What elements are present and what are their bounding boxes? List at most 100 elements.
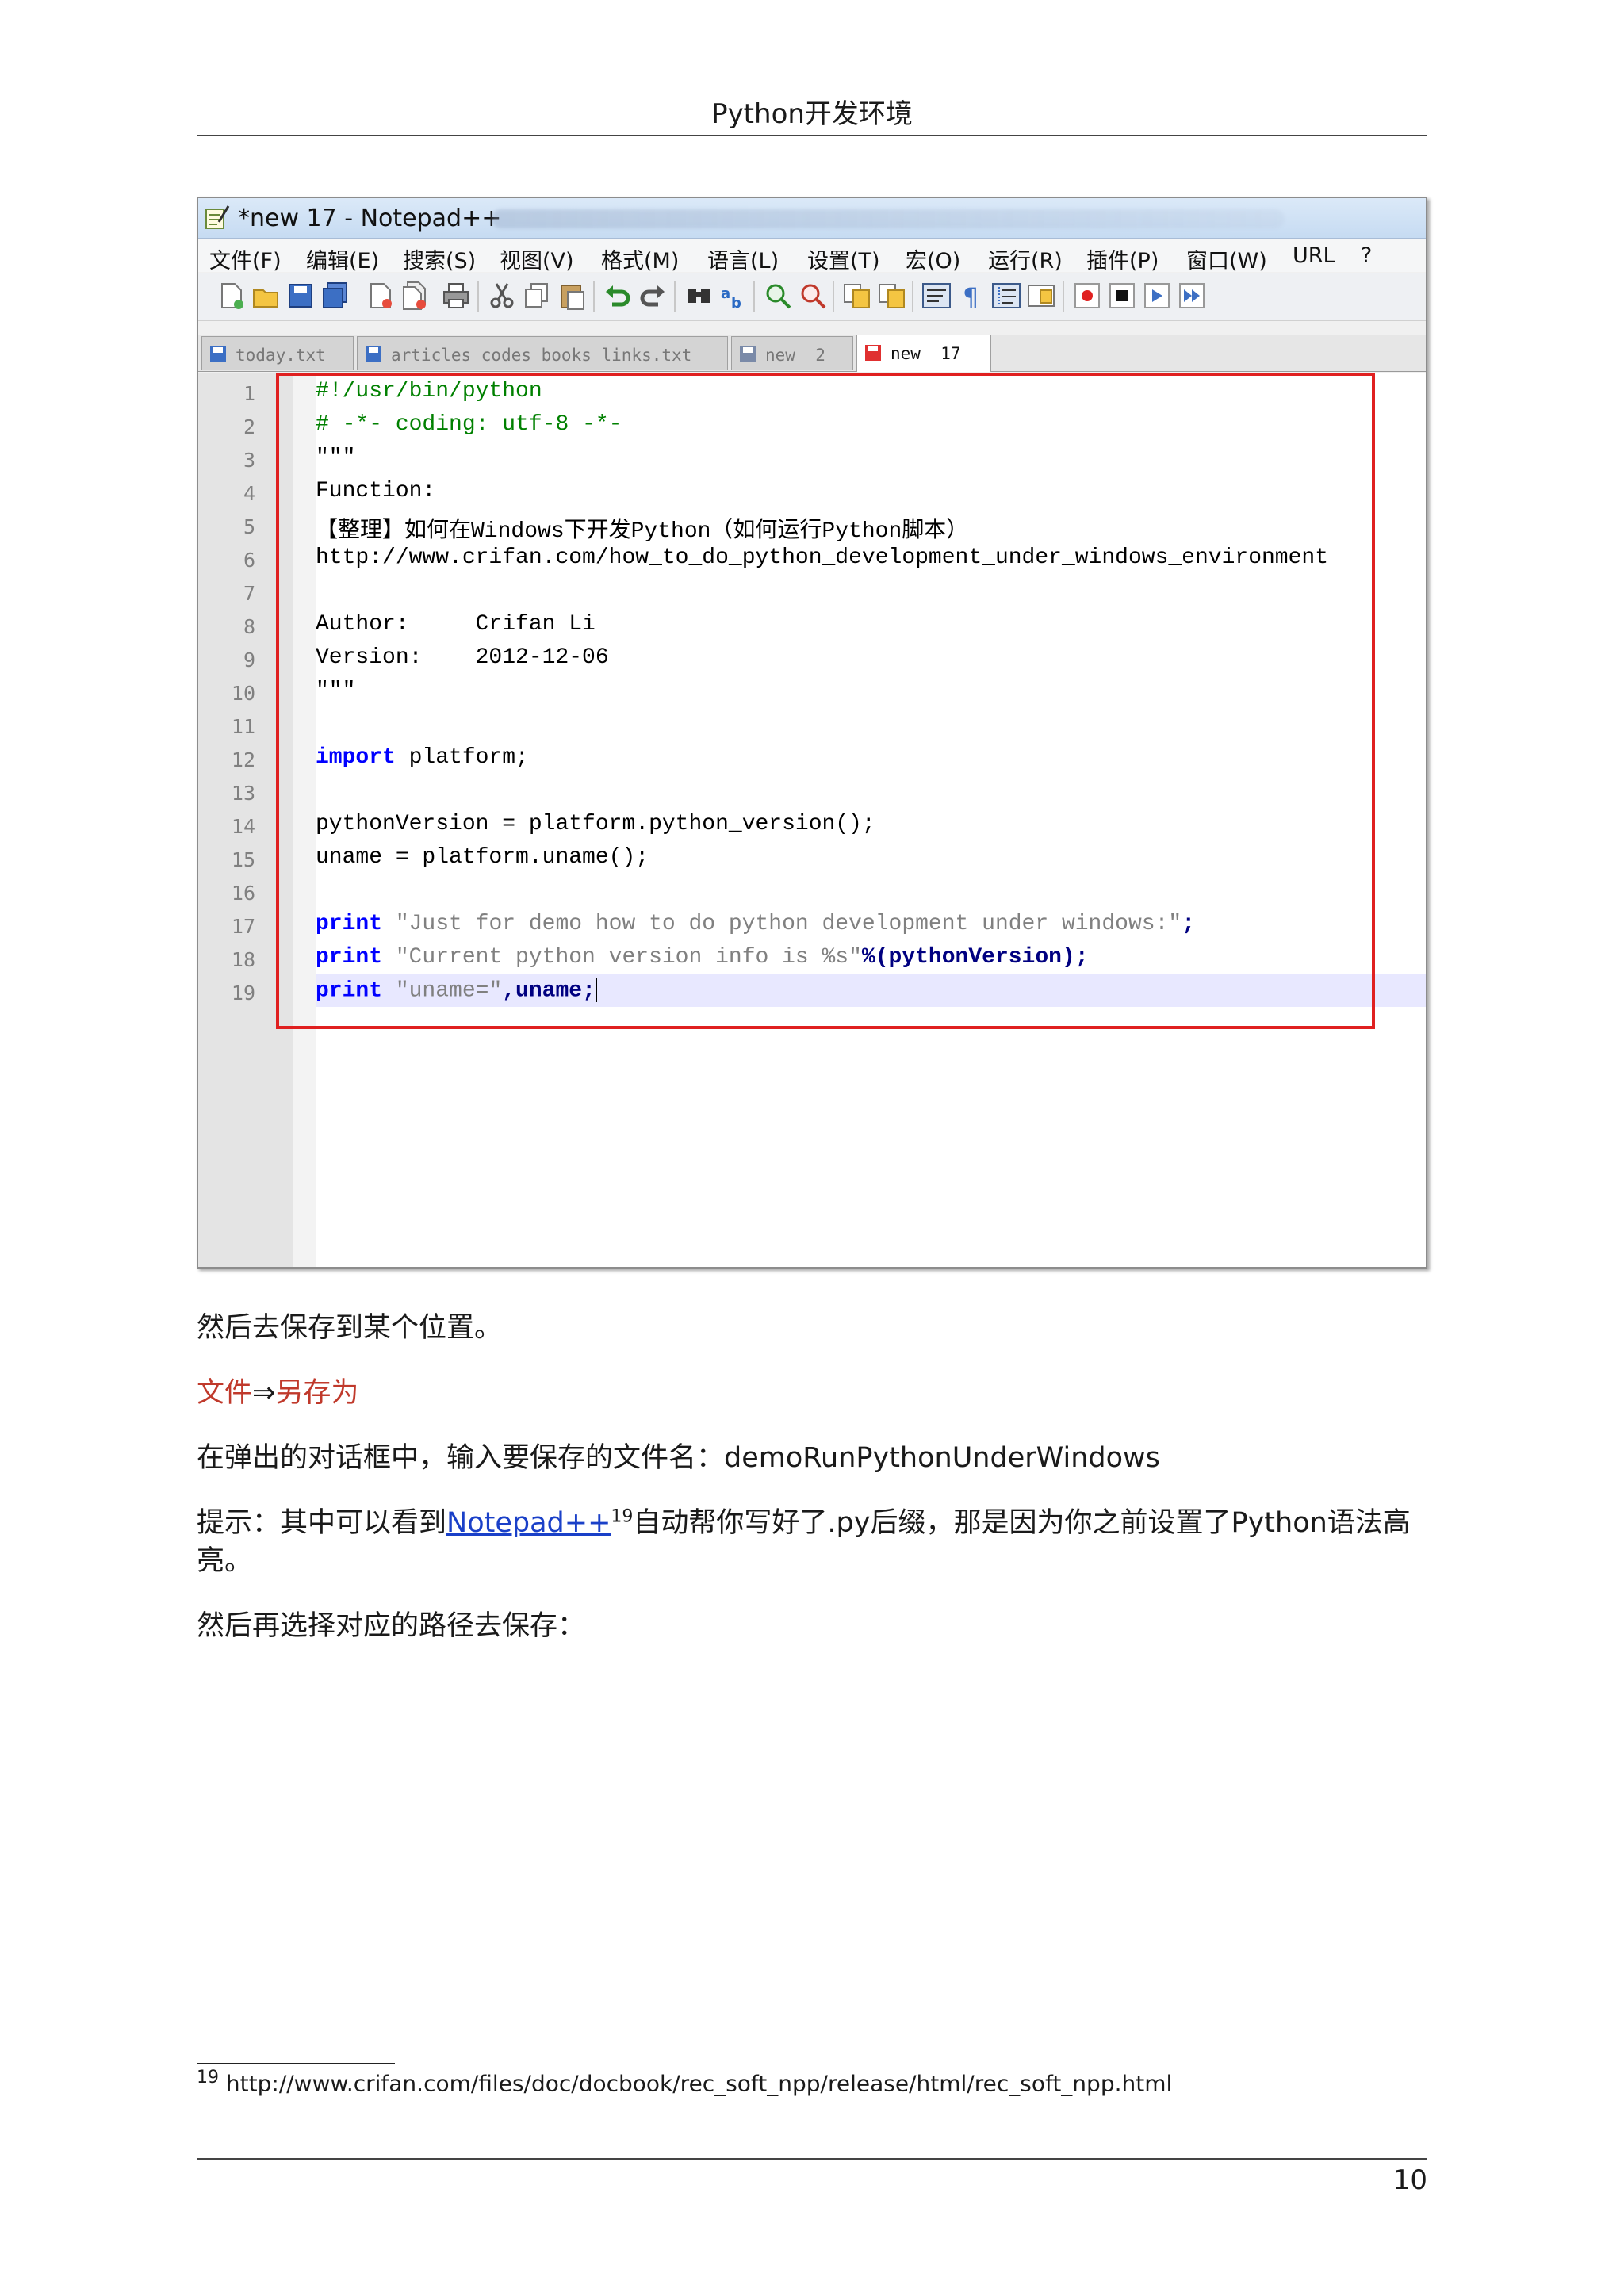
- tab-label: new 2: [765, 346, 825, 365]
- menu-path-file: 文件: [197, 1377, 253, 1409]
- footer-rule: [197, 2158, 1427, 2160]
- close-all-icon[interactable]: [400, 281, 430, 311]
- menu-url[interactable]: URL: [1293, 243, 1335, 268]
- red-highlight-box: [276, 373, 1375, 1029]
- save-icon[interactable]: [285, 281, 316, 311]
- word-wrap-icon[interactable]: [921, 281, 952, 311]
- print-icon[interactable]: [441, 281, 471, 311]
- line-number: 11: [231, 715, 255, 738]
- paragraph-tip: 提示：其中可以看到Notepad++19自动帮你写好了.py后缀，那是因为你之前…: [197, 1500, 1411, 1540]
- blurred-title-region: [492, 209, 1285, 228]
- redo-icon[interactable]: [638, 281, 668, 311]
- line-number: 18: [231, 948, 255, 971]
- menu-search[interactable]: 搜索(S): [403, 243, 476, 274]
- record-macro-icon[interactable]: [1072, 281, 1102, 311]
- window-titlebar: *new 17 - Notepad++: [198, 198, 1426, 239]
- svg-text:b: b: [731, 295, 741, 311]
- footnote-url[interactable]: http://www.crifan.com/files/doc/docbook/…: [226, 2070, 1172, 2096]
- menu-edit[interactable]: 编辑(E): [306, 243, 379, 274]
- tab-bar: today.txt articles codes books links.txt…: [198, 335, 1426, 372]
- menu-bar: 文件(F) 编辑(E) 搜索(S) 视图(V) 格式(M) 语言(L) 设置(T…: [198, 239, 1426, 274]
- line-number: 7: [243, 582, 255, 605]
- new-file-icon[interactable]: [216, 281, 246, 311]
- tab-articles-codes-books-links[interactable]: articles codes books links.txt: [357, 336, 728, 370]
- open-file-icon[interactable]: [251, 281, 281, 311]
- paragraph-save: 然后去保存到某个位置。: [197, 1312, 503, 1344]
- toolbar-separator: [753, 281, 755, 312]
- paragraph-choose-path: 然后再选择对应的路径去保存：: [197, 1610, 586, 1642]
- notepad-app-icon: [205, 205, 230, 229]
- notepad-link[interactable]: Notepad++: [446, 1507, 611, 1539]
- menu-window[interactable]: 窗口(W): [1186, 243, 1267, 274]
- zoom-out-icon[interactable]: [798, 281, 828, 311]
- line-number: 14: [231, 815, 255, 838]
- menu-view[interactable]: 视图(V): [500, 243, 574, 274]
- line-number: 6: [243, 549, 255, 572]
- tab-label: new 17: [891, 344, 961, 363]
- toolbar-separator: [912, 281, 914, 312]
- sync-vertical-icon[interactable]: [842, 281, 872, 311]
- page-header: Python开发环境: [197, 89, 1427, 136]
- footnote-rule: [197, 2063, 395, 2064]
- menu-settings[interactable]: 设置(T): [807, 243, 880, 274]
- line-number: 12: [231, 748, 255, 771]
- play-macro-icon[interactable]: [1142, 281, 1172, 311]
- paragraph-tip-line2: 亮。: [197, 1545, 253, 1577]
- sync-horizontal-icon[interactable]: [877, 281, 907, 311]
- footnote-ref[interactable]: 19: [611, 1506, 633, 1526]
- line-number: 2: [243, 415, 255, 438]
- menu-macro[interactable]: 宏(O): [906, 243, 960, 274]
- page-header-title: Python开发环境: [711, 98, 913, 130]
- tab-today-txt[interactable]: today.txt: [201, 336, 354, 370]
- stop-macro-icon[interactable]: [1107, 281, 1137, 311]
- menu-language[interactable]: 语言(L): [707, 243, 779, 274]
- toolbar-separator: [593, 281, 595, 312]
- zoom-in-icon[interactable]: [763, 281, 793, 311]
- menu-path-arrow: ⇒: [252, 1377, 276, 1409]
- line-number: 17: [231, 915, 255, 938]
- undo-icon[interactable]: [603, 281, 633, 311]
- paragraph-filename: 在弹出的对话框中，输入要保存的文件名：demoRunPythonUnderWin…: [197, 1442, 1160, 1474]
- document-map-icon[interactable]: [1026, 281, 1056, 311]
- saved-file-icon: [366, 346, 381, 362]
- line-number: 10: [231, 682, 255, 705]
- tab-new-17[interactable]: new 17: [856, 335, 991, 372]
- find-icon[interactable]: [684, 281, 714, 311]
- line-number: 9: [243, 649, 255, 672]
- replace-icon[interactable]: ab: [718, 281, 749, 311]
- toolbar: ab ¶: [198, 273, 1426, 321]
- tab-new-2[interactable]: new 2: [731, 336, 853, 370]
- line-number: 8: [243, 615, 255, 638]
- unsaved-file-icon: [865, 345, 881, 361]
- tip-suffix: 自动帮你写好了.py后缀，那是因为你之前设置了Python语法高: [633, 1507, 1411, 1539]
- menu-plugins[interactable]: 插件(P): [1086, 243, 1159, 274]
- cut-icon[interactable]: [487, 281, 517, 311]
- menu-run[interactable]: 运行(R): [988, 243, 1063, 274]
- line-number: 16: [231, 882, 255, 905]
- menu-help[interactable]: ?: [1361, 243, 1372, 268]
- window-title: *new 17 - Notepad++: [238, 205, 502, 232]
- menu-path: 文件⇒另存为: [197, 1370, 358, 1410]
- menu-file[interactable]: 文件(F): [209, 243, 282, 274]
- code-editor[interactable]: 1 #!/usr/bin/python 2 # -*- coding: utf-8 -…: [198, 373, 1426, 1267]
- paste-icon[interactable]: [557, 281, 587, 311]
- close-file-icon[interactable]: [365, 281, 395, 311]
- toolbar-separator: [477, 281, 479, 312]
- line-number: 5: [243, 515, 255, 538]
- line-number: 15: [231, 848, 255, 871]
- copy-icon[interactable]: [522, 281, 552, 311]
- show-all-chars-icon[interactable]: ¶: [956, 281, 986, 311]
- line-number: 19: [231, 982, 255, 1004]
- save-all-icon[interactable]: [320, 281, 350, 311]
- line-number: 1: [243, 382, 255, 405]
- line-number: 4: [243, 482, 255, 505]
- indent-guide-icon[interactable]: [991, 281, 1021, 311]
- menu-path-save-as: 另存为: [275, 1377, 359, 1409]
- tab-label: today.txt: [236, 346, 326, 365]
- footnote-number: 19: [197, 2068, 219, 2087]
- toolbar-separator: [833, 281, 834, 312]
- menu-format[interactable]: 格式(M): [601, 243, 679, 274]
- run-macro-multiple-icon[interactable]: [1177, 281, 1207, 311]
- toolbar-separator: [1063, 281, 1064, 312]
- notepad-window-screenshot: *new 17 - Notepad++ 文件(F) 编辑(E) 搜索(S) 视图…: [197, 197, 1427, 1269]
